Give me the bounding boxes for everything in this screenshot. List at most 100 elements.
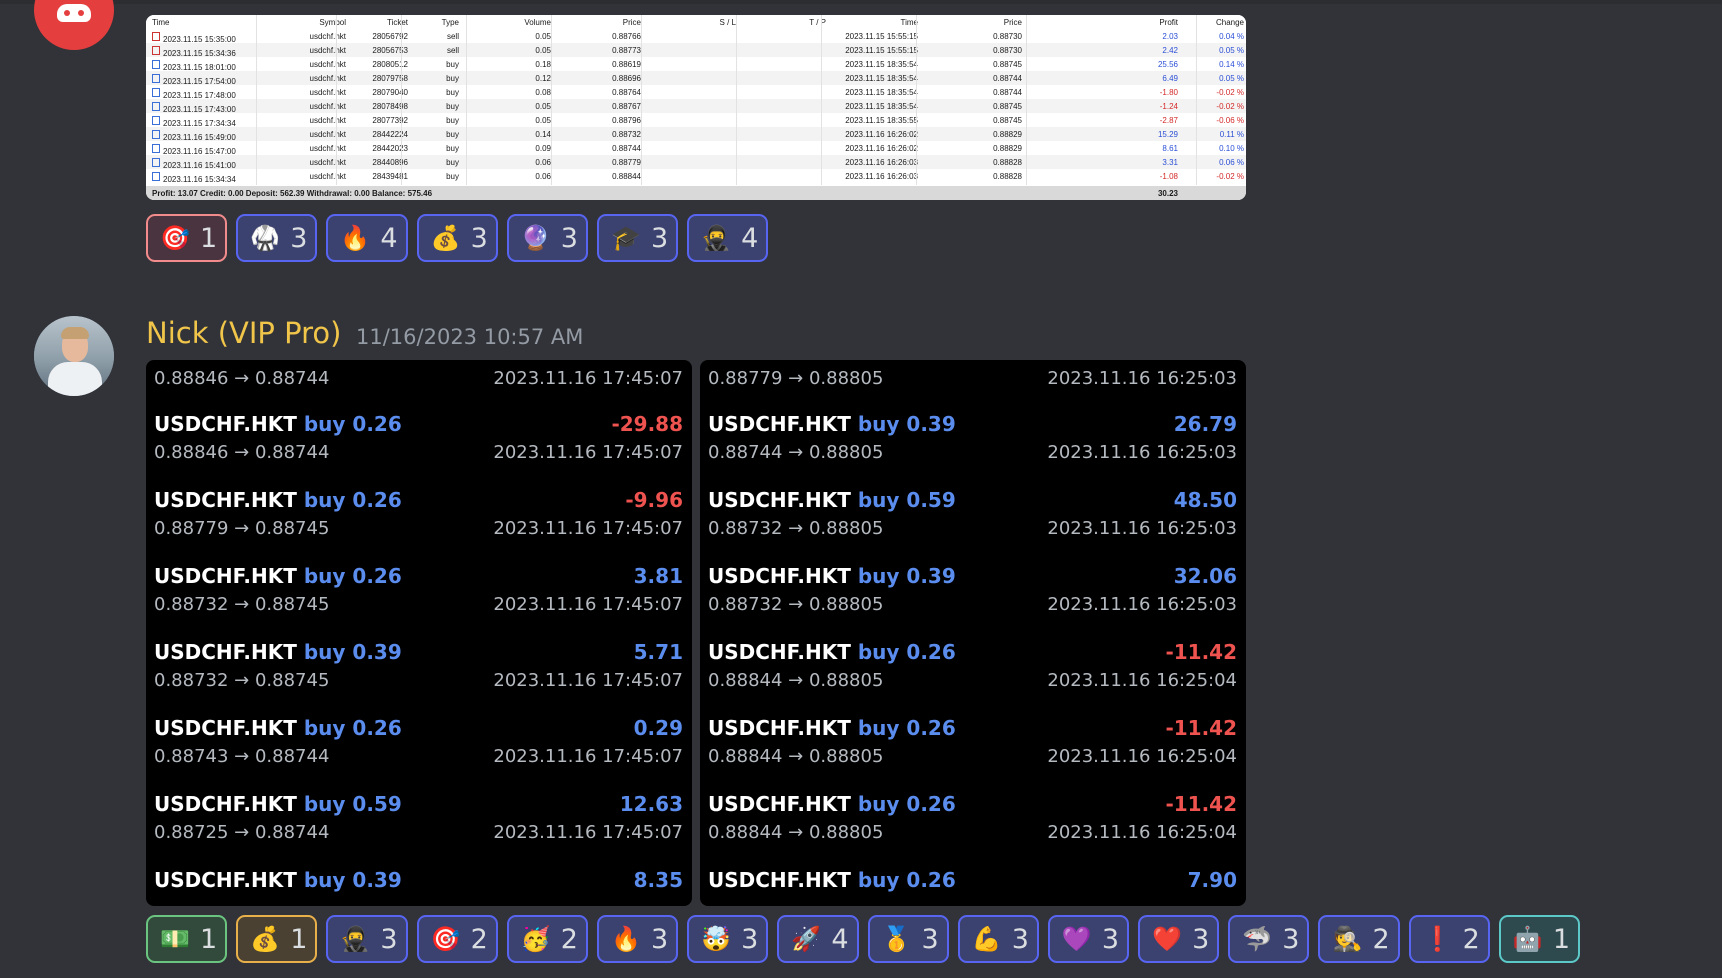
trade-feed-image-left[interactable]: 0.88846 → 0.88744 2023.11.16 17:45:07 USDC… xyxy=(146,360,692,906)
reaction-button[interactable]: 🥳 2 xyxy=(506,915,588,963)
feed-symbol-name: USDCHF.HKT xyxy=(154,792,297,816)
column-header[interactable]: Profit xyxy=(1159,18,1178,27)
trade-history-image[interactable]: Time Symbol Ticket Type Volume Price S / L T / … xyxy=(146,15,1246,200)
feed-pnl: 12.63 xyxy=(619,792,683,816)
reaction-button[interactable]: ❤️ 3 xyxy=(1138,915,1220,963)
cell-volume: 0.05 xyxy=(535,46,551,55)
table-row[interactable]: 2023.11.16 15:41:00 usdchf.hkt 28440896 buy… xyxy=(146,155,1246,170)
column-header[interactable]: Type xyxy=(442,18,459,27)
reaction-button[interactable]: 💰 1 xyxy=(236,915,318,963)
table-row[interactable]: 2023.11.15 15:34:36 usdchf.hkt 28056753 sel… xyxy=(146,43,1246,58)
feed-side: buy 0.26 xyxy=(857,868,956,892)
column-header[interactable]: Change xyxy=(1216,18,1244,27)
reaction-button[interactable]: 💵 1 xyxy=(146,915,228,963)
table-row[interactable]: 2023.11.16 15:49:00 usdchf.hkt 28442224 buy… xyxy=(146,127,1246,142)
reaction-button[interactable]: 💪 3 xyxy=(957,915,1039,963)
cell-change: 0.11 % xyxy=(1219,130,1244,139)
order-icon xyxy=(152,74,160,83)
bot-avatar[interactable] xyxy=(34,0,114,50)
cell-time-wrap: 2023.11.15 17:48:00 xyxy=(152,88,236,100)
reaction-count: 2 xyxy=(560,923,578,955)
cell-close-time: 2023.11.15 18:35:54 xyxy=(845,88,918,97)
cell-close-time: 2023.11.15 18:35:54 xyxy=(845,74,918,83)
table-row[interactable]: 2023.11.16 15:47:00 usdchf.hkt 28442023 buy… xyxy=(146,141,1246,156)
column-header[interactable]: Price xyxy=(623,18,641,27)
cell-profit: 15.29 xyxy=(1157,130,1178,139)
cell-symbol: usdchf.hkt xyxy=(309,102,346,111)
reaction-emoji-icon: 🥳 xyxy=(520,925,551,953)
reaction-button[interactable]: 🕵️ 2 xyxy=(1318,915,1400,963)
column-header[interactable]: S / L xyxy=(720,18,736,27)
column-divider xyxy=(1196,15,1197,185)
cell-price: 0.88766 xyxy=(612,32,641,41)
column-divider xyxy=(1026,15,1027,185)
table-row[interactable]: 2023.11.15 17:48:00 usdchf.hkt 28079040 buy… xyxy=(146,85,1246,100)
feed-time: 2023.11.16 16:25:03 xyxy=(1047,518,1237,539)
table-row[interactable]: 2023.11.15 17:34:34 usdchf.hkt 28077392 buy… xyxy=(146,113,1246,128)
table-row[interactable]: 2023.11.15 17:54:00 usdchf.hkt 28079758 buy… xyxy=(146,71,1246,86)
feed-time: 2023.11.16 16:25:04 xyxy=(1047,746,1237,767)
feed-symbol-name: USDCHF.HKT xyxy=(154,640,297,664)
table-row[interactable]: 2023.11.15 17:43:00 usdchf.hkt 28078498 buy… xyxy=(146,99,1246,114)
feed-symbol: USDCHF.HKT buy 0.26 xyxy=(708,868,956,892)
table-row[interactable]: 2023.11.15 15:35:00 usdchf.hkt 28056792 sel… xyxy=(146,29,1246,44)
cell-symbol: usdchf.hkt xyxy=(309,172,346,181)
cell-symbol: usdchf.hkt xyxy=(309,46,346,55)
reaction-button[interactable]: 🤯 3 xyxy=(687,915,769,963)
reaction-button[interactable]: 🥷 4 xyxy=(687,214,769,262)
reaction-button[interactable]: 💜 3 xyxy=(1047,915,1130,963)
cell-change: 0.05 % xyxy=(1219,46,1244,55)
reaction-button[interactable]: ❗ 2 xyxy=(1408,915,1490,963)
reaction-count: 3 xyxy=(1282,923,1300,955)
order-icon xyxy=(152,130,160,139)
reaction-button[interactable]: 🥇 3 xyxy=(867,915,949,963)
reaction-button[interactable]: 🔥 4 xyxy=(326,214,408,262)
feed-pnl: -11.42 xyxy=(1165,792,1237,816)
column-header[interactable]: Volume xyxy=(524,18,551,27)
feed-prices: 0.88844 → 0.88805 xyxy=(708,670,884,691)
message-username[interactable]: Nick (VIP Pro) xyxy=(146,316,341,350)
cell-type: buy xyxy=(446,116,459,125)
reaction-button[interactable]: 💰 3 xyxy=(416,214,498,262)
column-header[interactable]: T / P xyxy=(809,18,826,27)
feed-symbol-name: USDCHF.HKT xyxy=(154,868,297,892)
feed-time: 2023.11.16 16:25:04 xyxy=(1047,822,1237,843)
column-divider xyxy=(736,15,737,185)
cell-price: 0.88773 xyxy=(612,46,641,55)
reaction-button[interactable]: 🔮 3 xyxy=(506,214,588,262)
cell-volume: 0.06 xyxy=(535,158,551,167)
feed-side: buy 0.59 xyxy=(303,792,402,816)
order-icon xyxy=(152,32,160,41)
cell-ticket: 28440896 xyxy=(372,158,408,167)
reaction-button[interactable]: 🦈 3 xyxy=(1228,915,1310,963)
column-header[interactable]: Time xyxy=(152,18,169,27)
reaction-button[interactable]: 🎓 3 xyxy=(596,214,679,262)
feed-symbol-name: USDCHF.HKT xyxy=(708,792,851,816)
trade-feed-image-right[interactable]: 0.88779 → 0.88805 2023.11.16 16:25:03 USDC… xyxy=(700,360,1246,906)
feed-symbol-name: USDCHF.HKT xyxy=(154,412,297,436)
cell-close-time: 2023.11.15 18:35:54 xyxy=(845,102,918,111)
reaction-count: 4 xyxy=(831,923,849,955)
column-header[interactable]: Price xyxy=(1004,18,1022,27)
column-header[interactable]: Ticket xyxy=(387,18,408,27)
user-avatar[interactable] xyxy=(34,316,114,396)
column-header[interactable]: Symbol xyxy=(319,18,346,27)
reaction-button[interactable]: 🥋 3 xyxy=(236,214,318,262)
cell-close-price: 0.88745 xyxy=(993,60,1022,69)
reaction-button[interactable]: 🥷 3 xyxy=(326,915,408,963)
reaction-button[interactable]: 🔥 3 xyxy=(596,915,679,963)
reaction-button[interactable]: 🎯 1 xyxy=(146,214,228,262)
cell-symbol: usdchf.hkt xyxy=(309,60,346,69)
table-row[interactable]: 2023.11.16 15:34:34 usdchf.hkt 28439481 buy… xyxy=(146,169,1246,184)
reaction-button[interactable]: 🎯 2 xyxy=(416,915,498,963)
feed-row: USDCHF.HKT buy 0.26 -11.42 0.88844 → 0.888… xyxy=(700,716,1246,792)
table-row[interactable]: 2023.11.15 18:01:00 usdchf.hkt 28080512 buy… xyxy=(146,57,1246,72)
cell-volume: 0.05 xyxy=(535,102,551,111)
order-icon xyxy=(152,60,160,69)
feed-prices: 0.88844 → 0.88805 xyxy=(708,822,884,843)
reaction-button[interactable]: 🤖 1 xyxy=(1498,915,1580,963)
reaction-button[interactable]: 🚀 4 xyxy=(777,915,859,963)
reaction-emoji-icon: 🥷 xyxy=(340,925,371,953)
feed-pnl: 32.06 xyxy=(1173,564,1237,588)
order-icon xyxy=(152,144,160,153)
